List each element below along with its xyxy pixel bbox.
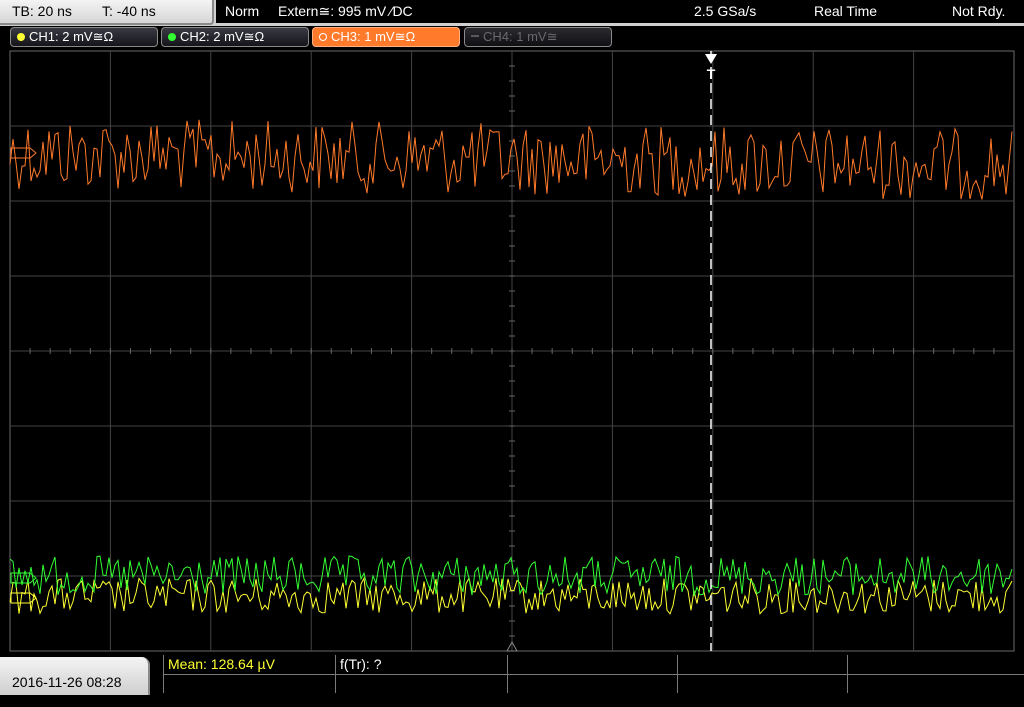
ch4-indicator-icon bbox=[471, 35, 479, 37]
channel-tab-ch2[interactable]: CH2: 2 mV≅Ω bbox=[161, 27, 309, 47]
channel-tab-ch4[interactable]: CH4: 1 mV≅ bbox=[464, 27, 612, 47]
ch1-indicator-icon bbox=[17, 33, 25, 41]
scope-display[interactable]: T bbox=[0, 48, 1024, 655]
ch1-ground-marker-icon bbox=[10, 592, 37, 604]
acquisition-mode: Real Time bbox=[814, 3, 878, 19]
ch3-label: CH3: 1 mV≅Ω bbox=[331, 29, 416, 44]
ch2-indicator-icon bbox=[168, 33, 176, 41]
ch3-indicator-icon bbox=[319, 33, 327, 41]
trigger-position-value: T: -40 ns bbox=[102, 3, 156, 19]
trigger-mode: Norm bbox=[225, 3, 260, 19]
timebase-panel[interactable]: TB: 20 ns T: -40 ns bbox=[0, 0, 214, 25]
bottom-measurement-bar: 2016-11-26 08:28 Mean: 128.64 µV f(Tr): … bbox=[0, 655, 1024, 695]
measurement-divider bbox=[163, 674, 1024, 675]
ch2-label: CH2: 2 mV≅Ω bbox=[180, 29, 265, 44]
ch1-waveform bbox=[9, 576, 1013, 615]
trigger-marker-label: T bbox=[707, 66, 716, 82]
ch1-label: CH1: 2 mV≅Ω bbox=[29, 29, 114, 44]
top-status-bar: TB: 20 ns T: -40 ns Norm Extern≅: 995 mV… bbox=[0, 0, 1024, 26]
trigger-source: Extern≅: 995 mV ⁄DC bbox=[278, 3, 413, 19]
datetime-display: 2016-11-26 08:28 bbox=[0, 657, 150, 695]
channel-tab-ch1[interactable]: CH1: 2 mV≅Ω bbox=[10, 27, 158, 47]
waveform-area[interactable]: T bbox=[0, 48, 1024, 655]
trigger-panel[interactable]: Norm Extern≅: 995 mV ⁄DC 2.5 GSa/s Real … bbox=[216, 0, 1024, 23]
timebase-value: TB: 20 ns bbox=[12, 3, 72, 19]
channel-tab-bar: CH1: 2 mV≅Ω CH2: 2 mV≅Ω CH3: 1 mV≅Ω CH4:… bbox=[0, 26, 1024, 48]
trigger-status: Not Rdy. bbox=[952, 3, 1006, 19]
ch3-waveform bbox=[9, 119, 1013, 200]
ch4-label: CH4: 1 mV≅ bbox=[483, 29, 558, 44]
channel-tab-ch3[interactable]: CH3: 1 mV≅Ω bbox=[312, 27, 460, 47]
trigger-arrow-icon bbox=[705, 54, 717, 64]
sample-rate: 2.5 GSa/s bbox=[694, 3, 757, 19]
